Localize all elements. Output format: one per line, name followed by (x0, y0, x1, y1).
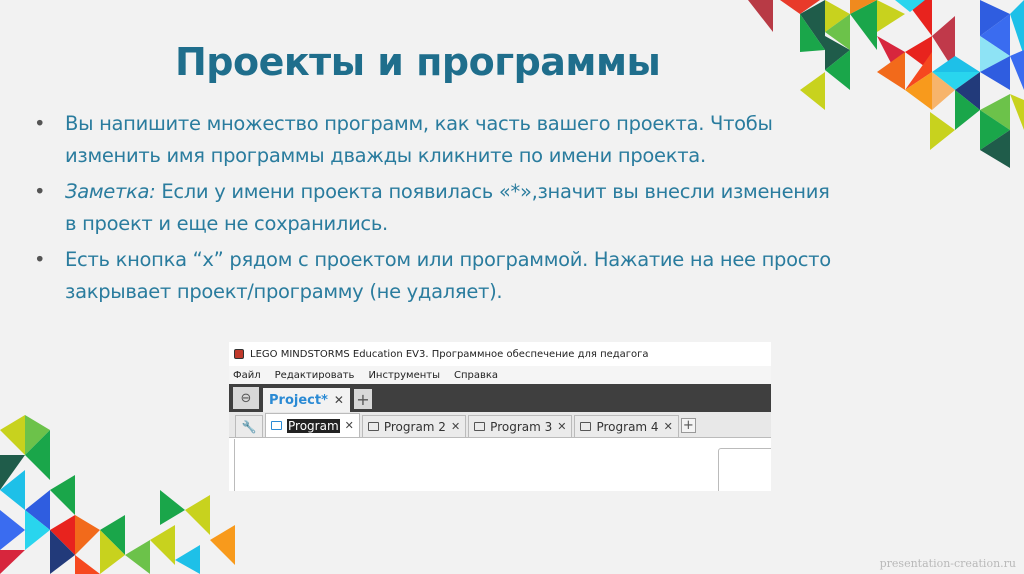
program-tab[interactable]: Program 3 ✕ (468, 415, 573, 437)
close-program-icon[interactable]: ✕ (557, 420, 566, 433)
bullet-text: Вы напишите множество программ, как част… (65, 112, 773, 167)
menu-help[interactable]: Справка (454, 370, 498, 381)
add-program-button[interactable]: + (680, 418, 696, 433)
bullet-text: Если у имени проекта появилась «*»,значи… (65, 180, 830, 235)
bullet-item: Есть кнопка “x” рядом с проектом или про… (34, 244, 834, 308)
program-tab[interactable]: Program 2 ✕ (361, 415, 467, 437)
program-tab[interactable]: Program ✕ (265, 413, 360, 437)
ev3-software-screenshot: LEGO MINDSTORMS Education EV3. Программн… (229, 342, 771, 491)
program-icon (367, 422, 379, 431)
menu-bar: Файл Редактировать Инструменты Справка (229, 366, 771, 384)
bullet-list: Вы напишите множество программ, как част… (34, 108, 834, 312)
program-icon (474, 422, 486, 431)
program-tab-label: Program 4 (596, 419, 659, 434)
bullet-item: Вы напишите множество программ, как част… (34, 108, 834, 172)
watermark: presentation-creation.ru (879, 557, 1016, 570)
project-tab-label: Project* (269, 392, 328, 408)
project-tab[interactable]: Project* ✕ (263, 388, 350, 412)
add-project-button[interactable]: + (353, 389, 372, 409)
lobby-home-icon[interactable]: ⊖ (233, 387, 259, 409)
window-title: LEGO MINDSTORMS Education EV3. Программн… (250, 348, 649, 360)
content-editor-panel (718, 448, 771, 491)
menu-file[interactable]: Файл (233, 370, 261, 381)
program-tab-label: Program 3 (490, 419, 553, 434)
lego-app-icon (234, 349, 244, 359)
bullet-item: Заметка: Если у имени проекта появилась … (34, 176, 834, 240)
close-program-icon[interactable]: ✕ (664, 420, 673, 433)
note-label: Заметка: (65, 180, 156, 203)
program-tab-bar: 🔧 Program ✕ Program 2 ✕ Program 3 ✕ Prog… (229, 412, 771, 438)
program-icon (271, 421, 282, 430)
project-properties-wrench-icon[interactable]: 🔧 (235, 415, 263, 437)
menu-tools[interactable]: Инструменты (368, 370, 440, 381)
close-project-icon[interactable]: ✕ (334, 393, 344, 407)
bullet-text: Есть кнопка “x” рядом с проектом или про… (65, 248, 831, 303)
decorative-triangles-bottom-left (0, 415, 235, 574)
close-program-icon[interactable]: ✕ (451, 420, 460, 433)
project-tab-bar: ⊖ Project* ✕ + (229, 384, 771, 412)
close-program-icon[interactable]: ✕ (345, 419, 354, 432)
slide-title: Проекты и программы (175, 40, 661, 84)
program-icon (580, 422, 592, 431)
programming-canvas[interactable] (234, 439, 771, 491)
window-titlebar: LEGO MINDSTORMS Education EV3. Программн… (229, 342, 771, 366)
program-tab-label[interactable]: Program (287, 418, 340, 433)
menu-edit[interactable]: Редактировать (275, 370, 355, 381)
program-tab-label: Program 2 (383, 419, 446, 434)
program-tab[interactable]: Program 4 ✕ (574, 415, 679, 437)
